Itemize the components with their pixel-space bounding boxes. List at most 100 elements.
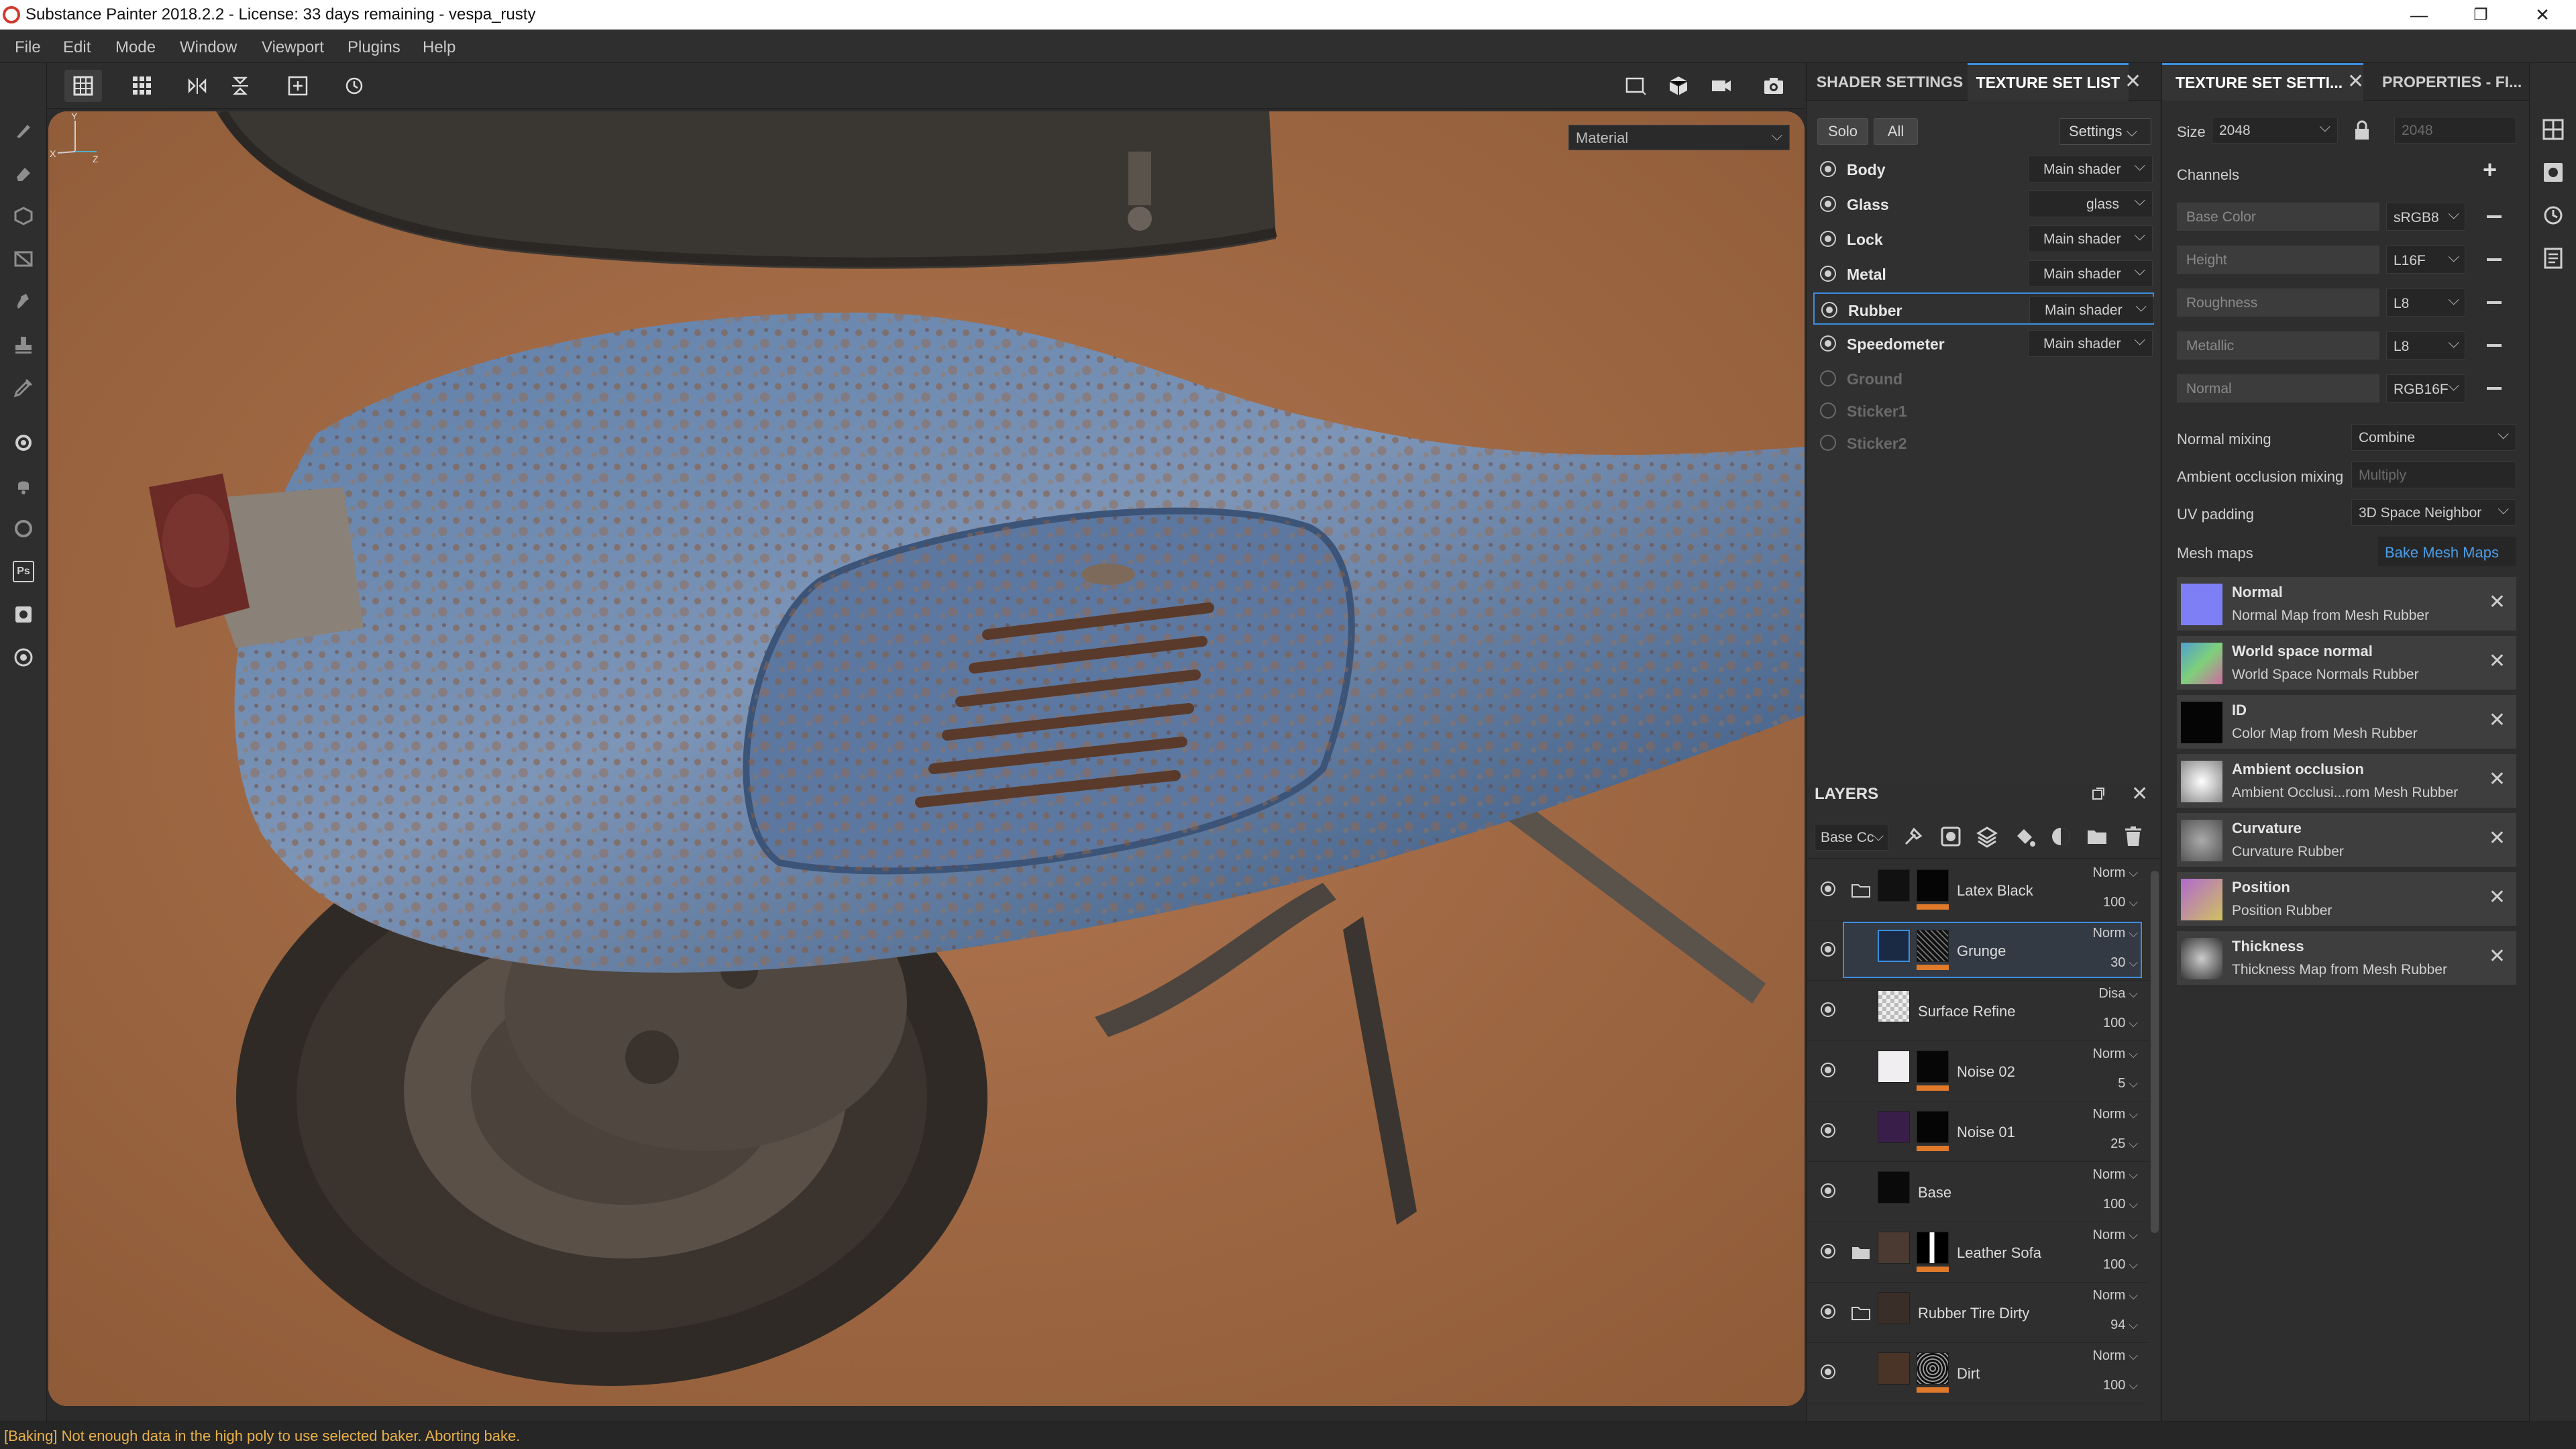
- 3d-viewport[interactable]: Material Y X Z: [48, 111, 1805, 1406]
- blend-mode-select[interactable]: Norm: [2092, 865, 2138, 881]
- tile-mode-button[interactable]: [123, 70, 161, 102]
- layer-name[interactable]: Surface Refine: [1918, 1003, 2016, 1020]
- shader-select[interactable]: Main shader: [2028, 156, 2153, 182]
- lock-icon[interactable]: [2353, 119, 2371, 141]
- texture-set-list-icon[interactable]: [2542, 118, 2565, 141]
- mesh-map-thickness[interactable]: Thickness Thickness Map from Mesh Rubber…: [2177, 931, 2516, 985]
- delete-layer-icon[interactable]: [2122, 825, 2145, 848]
- remove-channel-icon[interactable]: [2487, 301, 2502, 304]
- blend-mode-select[interactable]: Norm: [2092, 1107, 2138, 1122]
- layer-name[interactable]: Grunge: [1957, 943, 2006, 960]
- eraser-icon[interactable]: [13, 162, 34, 184]
- menu-viewport[interactable]: Viewport: [262, 38, 324, 57]
- channel-format-select[interactable]: L16F: [2386, 246, 2465, 274]
- blend-mode-select[interactable]: Norm: [2092, 1167, 2138, 1183]
- blend-mode-select[interactable]: Disa: [2098, 986, 2138, 1002]
- add-folder-icon[interactable]: [2086, 825, 2108, 848]
- 3d-view-button[interactable]: [1660, 70, 1697, 102]
- add-channel-icon[interactable]: +: [2483, 156, 2497, 184]
- enable-toggle-icon[interactable]: [1820, 370, 1836, 386]
- folder-open-icon[interactable]: [1851, 882, 1871, 898]
- opacity-value[interactable]: 94: [2110, 1318, 2138, 1333]
- eye-icon[interactable]: [1819, 1002, 1837, 1017]
- close-window-button[interactable]: ✕: [2512, 0, 2573, 30]
- add-layer-icon[interactable]: [1976, 825, 1998, 848]
- tab-shader-settings[interactable]: SHADER SETTINGS: [1813, 63, 1966, 101]
- symmetry-x-button[interactable]: [178, 70, 216, 102]
- uv-padding-select[interactable]: 3D Space Neighbor: [2351, 499, 2516, 526]
- add-effect-icon[interactable]: [1902, 825, 1925, 848]
- layer-row[interactable]: Leather Sofa Norm 100: [1807, 1222, 2149, 1283]
- bake-icon[interactable]: [13, 432, 34, 453]
- layer-name[interactable]: Noise 02: [1957, 1063, 2015, 1081]
- opacity-value[interactable]: 5: [2118, 1076, 2138, 1091]
- eye-icon[interactable]: [1819, 1304, 1837, 1319]
- texture-set-row[interactable]: Sticker2: [1813, 427, 2154, 459]
- log-icon[interactable]: [2542, 247, 2565, 270]
- shader-select[interactable]: Main shader: [2028, 260, 2153, 287]
- channel-select[interactable]: Base Cc ⌵: [1815, 824, 1888, 851]
- remove-channel-icon[interactable]: [2487, 387, 2502, 390]
- history-button[interactable]: [335, 70, 373, 102]
- opacity-value[interactable]: 100: [2103, 1257, 2138, 1273]
- bell-icon[interactable]: [13, 475, 34, 496]
- remove-channel-icon[interactable]: [2487, 215, 2502, 218]
- opacity-value[interactable]: 100: [2103, 895, 2138, 910]
- display-settings-icon[interactable]: [2542, 161, 2565, 184]
- opacity-value[interactable]: 25: [2110, 1136, 2138, 1152]
- layer-row[interactable]: Noise 01 Norm 25: [1807, 1102, 2149, 1162]
- blend-mode-select[interactable]: Norm: [2092, 1046, 2138, 1062]
- minimize-button[interactable]: —: [2388, 0, 2450, 30]
- viewport-mode-select[interactable]: Material: [1568, 125, 1790, 150]
- shader-select[interactable]: Main shader: [2028, 330, 2153, 357]
- add-smart-material-icon[interactable]: [2049, 825, 2072, 848]
- maximize-button[interactable]: ❐: [2450, 0, 2512, 30]
- mesh-map-ambient-occlusion[interactable]: Ambient occlusion Ambient Occlusi...rom …: [2177, 754, 2516, 808]
- mesh-map-position[interactable]: Position Position Rubber ✕: [2177, 872, 2516, 926]
- texture-set-row[interactable]: Ground: [1813, 362, 2154, 394]
- remove-map-icon[interactable]: ✕: [2489, 885, 2506, 909]
- enable-toggle-icon[interactable]: [1820, 161, 1836, 177]
- add-object-button[interactable]: [279, 70, 317, 102]
- add-mask-icon[interactable]: [1939, 825, 1962, 848]
- enable-toggle-icon[interactable]: [1821, 302, 1837, 318]
- normal-mixing-select[interactable]: Combine: [2351, 424, 2516, 451]
- enable-toggle-icon[interactable]: [1820, 196, 1836, 212]
- menu-help[interactable]: Help: [423, 38, 455, 57]
- remove-map-icon[interactable]: ✕: [2489, 590, 2506, 614]
- screenshot-button[interactable]: [1755, 70, 1792, 102]
- photoshop-icon[interactable]: Ps: [13, 561, 34, 582]
- opacity-value[interactable]: 100: [2103, 1197, 2138, 1212]
- layer-name[interactable]: Rubber Tire Dirty: [1918, 1305, 2029, 1322]
- mesh-map-world-normal[interactable]: World space normal World Space Normals R…: [2177, 636, 2516, 690]
- mesh-map-curvature[interactable]: Curvature Curvature Rubber ✕: [2177, 813, 2516, 867]
- layer-row[interactable]: Surface Refine Disa 100: [1807, 981, 2149, 1041]
- paint-brush-icon[interactable]: [13, 119, 34, 141]
- layer-name[interactable]: Dirt: [1957, 1365, 1980, 1383]
- enable-toggle-icon[interactable]: [1820, 435, 1836, 451]
- channel-format-select[interactable]: L8: [2386, 331, 2465, 360]
- camera-button[interactable]: [1703, 70, 1740, 102]
- eye-icon[interactable]: [1819, 881, 1837, 896]
- texture-set-row[interactable]: Speedometer Main shader: [1813, 327, 2154, 360]
- menu-window[interactable]: Window: [180, 38, 237, 57]
- tab-texture-set-settings[interactable]: TEXTURE SET SETTI...: [2162, 63, 2363, 101]
- mesh-map-normal[interactable]: Normal Normal Map from Mesh Rubber ✕: [2177, 577, 2516, 631]
- uv-grid-button[interactable]: [64, 70, 102, 102]
- iray-icon[interactable]: [13, 518, 34, 539]
- remove-map-icon[interactable]: ✕: [2489, 945, 2506, 968]
- opacity-value[interactable]: 30: [2110, 955, 2138, 971]
- enable-toggle-icon[interactable]: [1820, 231, 1836, 247]
- folder-open-icon[interactable]: [1851, 1305, 1871, 1321]
- blend-mode-select[interactable]: Norm: [2092, 1228, 2138, 1243]
- texture-set-row[interactable]: Sticker1: [1813, 394, 2154, 427]
- channel-format-select[interactable]: L8: [2386, 288, 2465, 317]
- channel-format-select[interactable]: sRGB8: [2386, 203, 2465, 231]
- remove-map-icon[interactable]: ✕: [2489, 767, 2506, 791]
- export-icon[interactable]: [13, 604, 34, 625]
- undock-icon[interactable]: [2091, 786, 2106, 801]
- remove-map-icon[interactable]: ✕: [2489, 708, 2506, 732]
- texture-set-row[interactable]: Metal Main shader: [1813, 258, 2154, 290]
- all-button[interactable]: All: [1874, 118, 1918, 145]
- layer-name[interactable]: Noise 01: [1957, 1124, 2015, 1141]
